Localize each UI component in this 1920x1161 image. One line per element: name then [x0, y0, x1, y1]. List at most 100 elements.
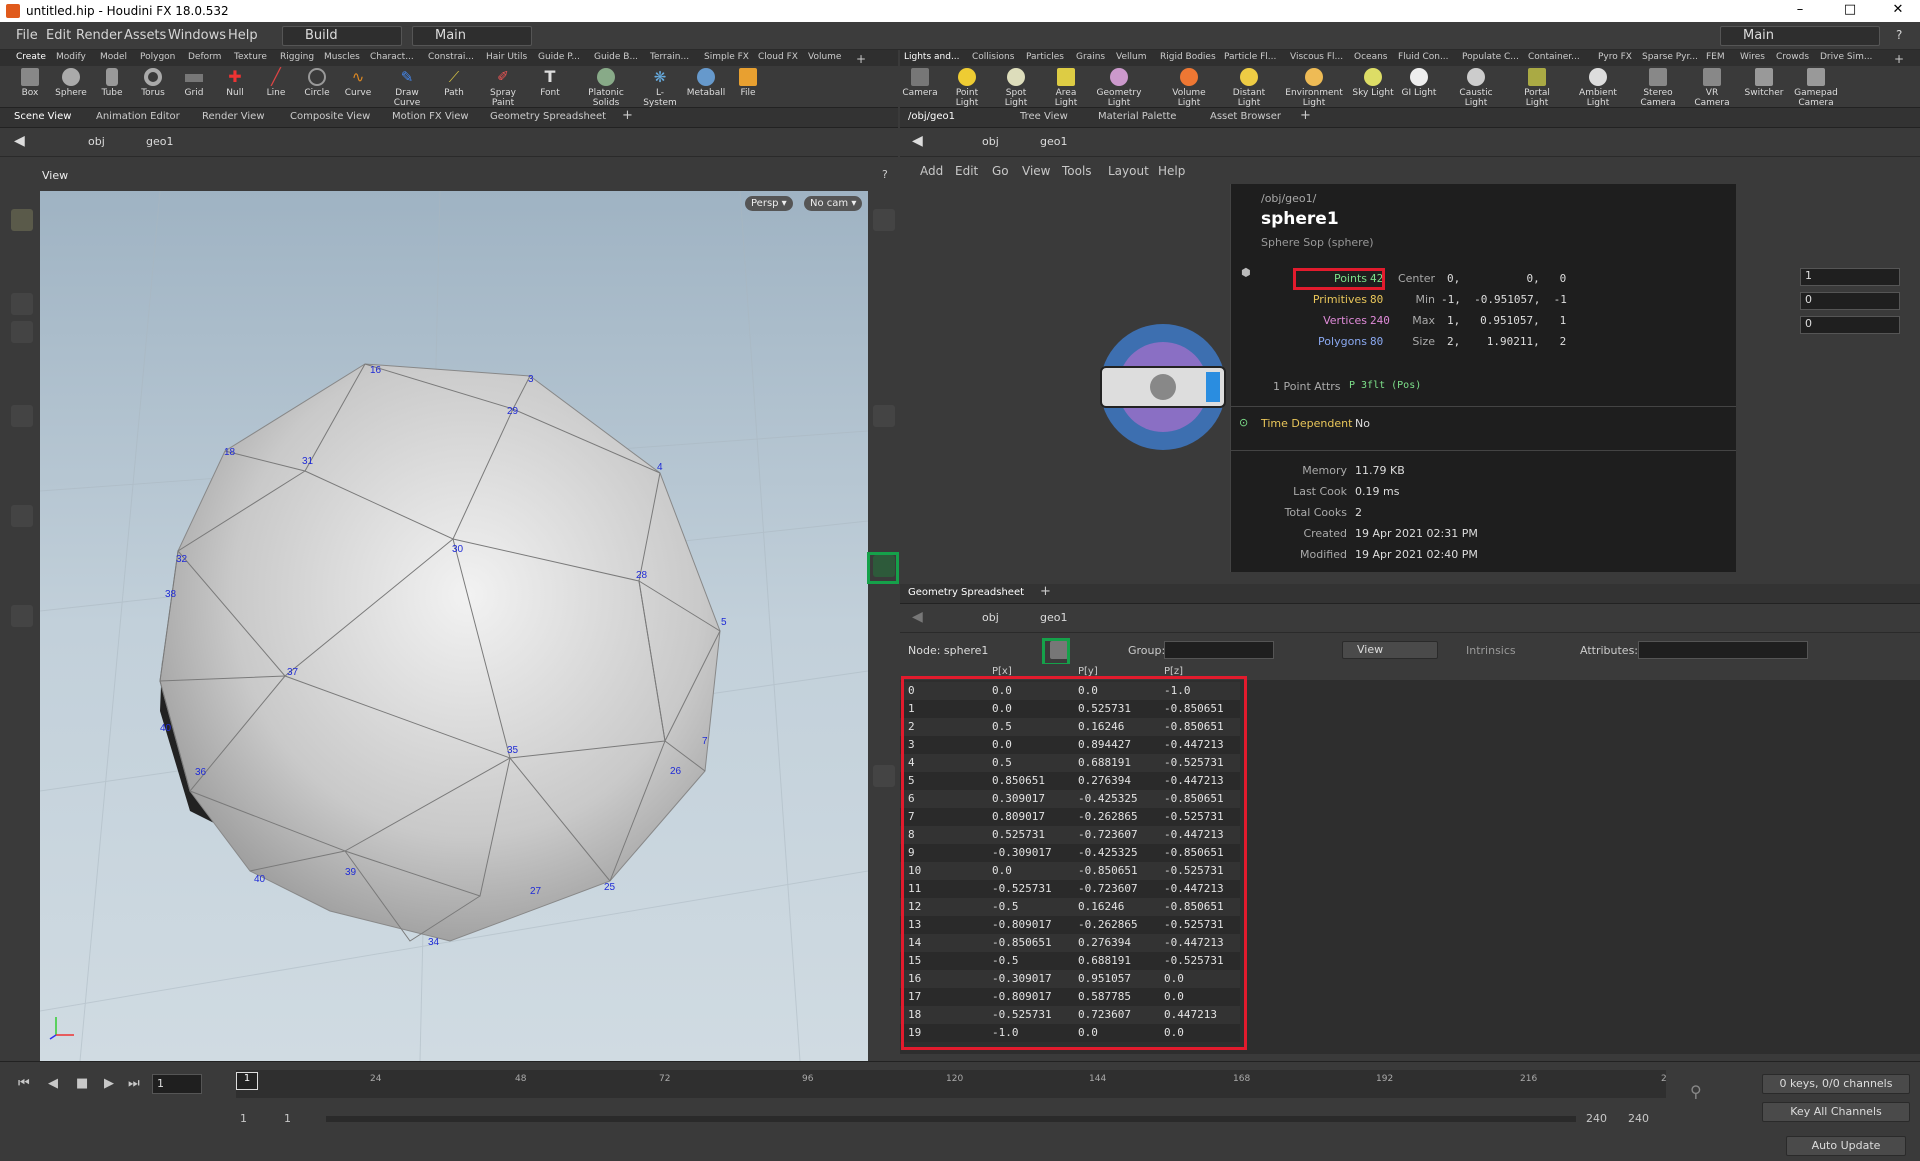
shelf-tab[interactable]: Hair Utils [486, 52, 527, 62]
current-frame-field[interactable]: 1 [152, 1074, 202, 1094]
shelf-tab[interactable]: Constrai... [428, 52, 474, 62]
shelf-tab[interactable]: Populate C... [1462, 52, 1519, 62]
tab-animation-editor[interactable]: Animation Editor [96, 111, 180, 122]
menu-layout[interactable]: Layout [1108, 164, 1149, 178]
tool-geometry-light[interactable]: Geometry Light [1096, 68, 1142, 108]
tool-spot-light[interactable]: Spot Light [994, 68, 1038, 108]
shelf-tab[interactable]: Guide B... [594, 52, 638, 62]
tab-geometry-spreadsheet[interactable]: Geometry Spreadsheet [908, 587, 1024, 598]
tool-camera[interactable]: Camera [900, 68, 940, 98]
timeline-bar[interactable]: 24 48 72 96 120 144 168 192 216 2 1 [236, 1070, 1667, 1098]
tool-circle[interactable]: Circle [297, 68, 337, 98]
shelf-tab[interactable]: Wires [1740, 52, 1765, 62]
tab-asset-browser[interactable]: Asset Browser [1210, 111, 1281, 122]
tab-tree-view[interactable]: Tree View [1020, 111, 1068, 122]
persp-menu[interactable]: Persp ▾ [745, 196, 793, 211]
range-start[interactable]: 1 [240, 1112, 247, 1125]
shelf-tab[interactable]: Rigid Bodies [1160, 52, 1216, 62]
path-geo1[interactable]: geo1 [1040, 611, 1067, 624]
menu-edit[interactable]: Edit [46, 28, 71, 43]
shelf-tab[interactable]: Polygon [140, 52, 175, 62]
intrinsics-dropdown[interactable]: Intrinsics [1466, 644, 1516, 657]
menu-assets[interactable]: Assets [124, 28, 166, 43]
tool-draw-curve[interactable]: ✎ Draw Curve [384, 68, 430, 108]
tool-distant-light[interactable]: Distant Light [1222, 68, 1276, 108]
shelf-tab[interactable]: Create [16, 52, 46, 62]
auto-update-dropdown[interactable]: Auto Update [1786, 1136, 1906, 1156]
tool-file[interactable]: File [728, 68, 768, 98]
menu-view[interactable]: View [1022, 164, 1050, 178]
tool-volume-light[interactable]: Volume Light [1162, 68, 1216, 108]
magnet-tool-icon[interactable] [11, 505, 33, 527]
tool-path[interactable]: ⟋ Path [434, 68, 474, 98]
help-icon[interactable]: ? [1896, 28, 1902, 42]
step-back-button[interactable]: ◀ [48, 1076, 58, 1091]
camera-menu[interactable]: No cam ▾ [804, 196, 863, 211]
snap-tool-icon[interactable] [11, 605, 33, 627]
shelf-tab[interactable]: Texture [234, 52, 267, 62]
right-desktop-selector[interactable]: Main [1720, 26, 1880, 46]
menu-edit[interactable]: Edit [955, 164, 978, 178]
path-obj[interactable]: obj [88, 135, 105, 148]
display-text-icon[interactable] [873, 765, 895, 787]
shelf-tab[interactable]: Muscles [324, 52, 360, 62]
view-dropdown[interactable]: View [1342, 641, 1438, 659]
shelf-tab[interactable]: Rigging [280, 52, 314, 62]
path-obj[interactable]: obj [982, 135, 999, 148]
menu-add[interactable]: Add [920, 164, 943, 178]
path-geo1[interactable]: geo1 [146, 135, 173, 148]
tab-scene-view[interactable]: Scene View [14, 111, 71, 122]
key-all-channels-dropdown[interactable]: Key All Channels [1762, 1102, 1910, 1122]
menu-file[interactable]: File [16, 28, 38, 43]
back-arrow-icon[interactable]: ◀ [912, 609, 923, 625]
range-start-field[interactable]: 1 [284, 1112, 291, 1125]
shelf-tab[interactable]: Deform [188, 52, 221, 62]
shelf-tab[interactable]: Guide P... [538, 52, 580, 62]
tab-motion-fx-view[interactable]: Motion FX View [392, 111, 469, 122]
param-field[interactable]: 0 [1800, 316, 1900, 334]
add-shelf-tab-icon[interactable]: + [1894, 52, 1904, 66]
arrow-tool-icon[interactable] [11, 293, 33, 315]
param-field[interactable]: 0 [1800, 292, 1900, 310]
tool-area-light[interactable]: Area Light [1044, 68, 1088, 108]
tool-platonic-solids[interactable]: Platonic Solids [584, 68, 628, 108]
playhead[interactable]: 1 [236, 1072, 258, 1090]
tool-l-system[interactable]: ❋ L-System [640, 68, 680, 108]
back-arrow-icon[interactable]: ◀ [912, 133, 923, 149]
tool-font[interactable]: T Font [530, 68, 570, 99]
shelf-tab[interactable]: Vellum [1116, 52, 1146, 62]
select-tool-icon[interactable] [11, 209, 33, 231]
attributes-field[interactable] [1638, 641, 1808, 659]
tab-material-palette[interactable]: Material Palette [1098, 111, 1176, 122]
back-arrow-icon[interactable]: ◀ [14, 133, 25, 149]
sphere-node[interactable] [1100, 324, 1226, 450]
minimize-button[interactable]: – [1780, 0, 1820, 22]
tool-gi-light[interactable]: GI Light [1396, 68, 1442, 98]
menu-render[interactable]: Render [76, 28, 122, 43]
shelf-tab[interactable]: Terrain... [650, 52, 689, 62]
tool-spray-paint[interactable]: ✐ Spray Paint [478, 68, 528, 108]
group-field[interactable] [1164, 641, 1274, 659]
display-flag[interactable] [1206, 372, 1220, 402]
shelf-set-selector[interactable]: Main [412, 26, 532, 46]
tool-ambient-light[interactable]: Ambient Light [1568, 68, 1628, 108]
shelf-tab[interactable]: Viscous Fl... [1290, 52, 1343, 62]
tool-point-light[interactable]: Point Light [944, 68, 990, 108]
tab-render-view[interactable]: Render View [202, 111, 265, 122]
tool-vr-camera[interactable]: VR Camera [1688, 68, 1736, 108]
viewport-help-icon[interactable]: ? [882, 168, 888, 181]
tool-sky-light[interactable]: Sky Light [1350, 68, 1396, 98]
tab-network[interactable]: /obj/geo1 [908, 111, 955, 122]
shelf-tab[interactable]: FEM [1706, 52, 1725, 62]
shelf-tab[interactable]: Charact... [370, 52, 414, 62]
transform-tool-icon[interactable] [11, 405, 33, 427]
tool-sphere[interactable]: Sphere [51, 68, 91, 98]
shelf-tab[interactable]: Crowds [1776, 52, 1809, 62]
tool-environment-light[interactable]: Environment Light [1284, 68, 1344, 108]
range-end-field[interactable]: 240 [1628, 1112, 1649, 1125]
range-slider[interactable] [326, 1116, 1576, 1122]
shelf-tab[interactable]: Fluid Con... [1398, 52, 1449, 62]
lock-tool-icon[interactable] [11, 321, 33, 343]
range-end[interactable]: 240 [1586, 1112, 1607, 1125]
tool-grid[interactable]: Grid [174, 68, 214, 98]
